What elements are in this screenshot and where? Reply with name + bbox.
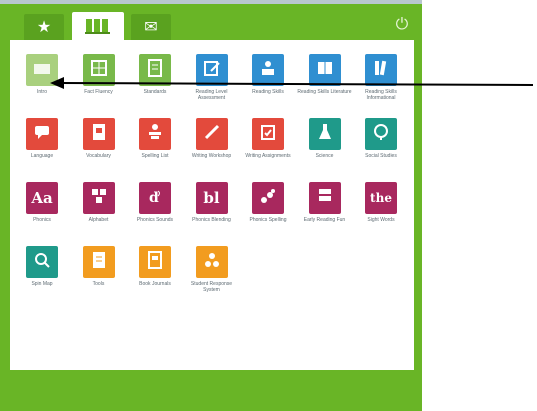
arrow-shaft — [59, 82, 534, 86]
arrowhead — [50, 77, 64, 89]
annotation-arrow — [50, 77, 534, 89]
